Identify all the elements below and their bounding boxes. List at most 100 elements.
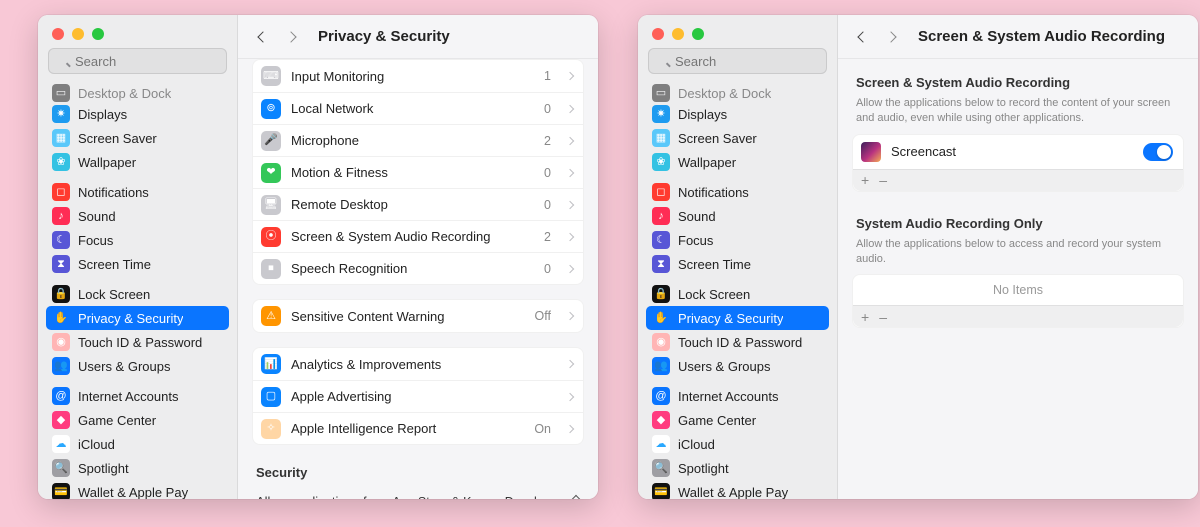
sidebar-item-spotlight[interactable]: 🔍 Spotlight: [46, 456, 229, 480]
minimize-button[interactable]: [672, 28, 684, 40]
privacy-row-apple-intelligence-report[interactable]: ✧Apple Intelligence ReportOn: [253, 412, 583, 444]
nav-forward-button[interactable]: [280, 26, 302, 48]
icloud-icon: ☁︎: [52, 435, 70, 453]
privacy-row-local-network[interactable]: ⊚Local Network0: [253, 92, 583, 124]
users-groups-icon: 👥: [652, 357, 670, 375]
sidebar-item-screen-time[interactable]: ⧗Screen Time: [46, 252, 229, 276]
sidebar-item-label: Focus: [78, 233, 113, 248]
sidebar-item-label: Privacy & Security: [678, 311, 783, 326]
privacy-row-screen-system-audio-recording[interactable]: ⦿Screen & System Audio Recording2: [253, 220, 583, 252]
row-label: Apple Intelligence Report: [291, 421, 524, 436]
toolbar: Screen & System Audio Recording: [838, 15, 1198, 59]
remote-desktop-icon: 🖥: [261, 195, 281, 215]
spotlight-icon: 🔍: [52, 459, 70, 477]
sidebar-item-touch-id-password[interactable]: ◉Touch ID & Password: [646, 330, 829, 354]
app-label: Screencast: [891, 144, 1133, 159]
section1-heading: Screen & System Audio Recording: [852, 69, 1184, 96]
privacy-row-speech-recognition[interactable]: ⏹Speech Recognition0: [253, 252, 583, 284]
add-button[interactable]: +: [861, 309, 869, 325]
sound-icon: ♪: [52, 207, 70, 225]
chevron-right-icon: [566, 104, 574, 112]
close-button[interactable]: [652, 28, 664, 40]
sidebar-item-wallet-apple-pay[interactable]: 💳Wallet & Apple Pay: [646, 480, 829, 499]
sidebar-item-label: Displays: [678, 107, 727, 122]
sidebar-item-internet-accounts[interactable]: @Internet Accounts: [646, 384, 829, 408]
sidebar-item-privacy-security[interactable]: ✋Privacy & Security: [646, 306, 829, 330]
sidebar-item-label: iCloud: [678, 437, 715, 452]
zoom-button[interactable]: [92, 28, 104, 40]
sidebar-item-internet-accounts[interactable]: @Internet Accounts: [46, 384, 229, 408]
sidebar-item-game-center[interactable]: ◆Game Center: [46, 408, 229, 432]
app-row-screencast[interactable]: Screencast: [853, 135, 1183, 169]
privacy-row-microphone[interactable]: 🎤Microphone2: [253, 124, 583, 156]
screencast-toggle[interactable]: [1143, 143, 1173, 161]
icloud-icon: ☁︎: [652, 435, 670, 453]
sidebar-item-screen-saver[interactable]: ▦Screen Saver: [646, 126, 829, 150]
apple-intelligence-report-icon: ✧: [261, 419, 281, 439]
close-button[interactable]: [52, 28, 64, 40]
desktop-dock-icon: ▭: [52, 84, 70, 102]
sidebar-item-displays[interactable]: ✷Displays: [646, 102, 829, 126]
sidebar-item-wallpaper[interactable]: ❀Wallpaper: [646, 150, 829, 174]
wallpaper-icon: ❀: [52, 153, 70, 171]
sidebar-item-icloud[interactable]: ☁︎ iCloud: [646, 432, 829, 456]
nav-back-button[interactable]: [852, 26, 874, 48]
section2-heading: System Audio Recording Only: [852, 210, 1184, 237]
touch-id-password-icon: ◉: [652, 333, 670, 351]
allow-applications-row[interactable]: Allow applications from App Store & Know…: [252, 486, 584, 499]
privacy-row-motion-fitness[interactable]: ❤Motion & Fitness0: [253, 156, 583, 188]
allow-applications-popup[interactable]: App Store & Known Developers: [392, 495, 580, 500]
sidebar-item-wallet-apple-pay[interactable]: 💳Wallet & Apple Pay: [46, 480, 229, 499]
sidebar-item-desktop-dock[interactable]: ▭Desktop & Dock: [646, 84, 829, 102]
sidebar-item-icloud[interactable]: ☁︎iCloud: [46, 432, 229, 456]
motion-fitness-icon: ❤: [261, 163, 281, 183]
local-network-icon: ⊚: [261, 99, 281, 119]
nav-back-button[interactable]: [252, 26, 274, 48]
remove-button[interactable]: –: [879, 309, 887, 325]
minimize-button[interactable]: [72, 28, 84, 40]
remove-button[interactable]: –: [879, 172, 887, 188]
spotlight-icon: 🔍: [652, 459, 670, 477]
sidebar-item-focus[interactable]: ☾Focus: [646, 228, 829, 252]
sidebar-item-focus[interactable]: ☾Focus: [46, 228, 229, 252]
sidebar-item-game-center[interactable]: ◆Game Center: [646, 408, 829, 432]
sidebar-item-label: Lock Screen: [78, 287, 150, 302]
sidebar-item-notifications[interactable]: ◻Notifications: [646, 180, 829, 204]
zoom-button[interactable]: [692, 28, 704, 40]
sidebar-item-screen-time[interactable]: ⧗Screen Time: [646, 252, 829, 276]
sidebar-item-label: Touch ID & Password: [78, 335, 202, 350]
search-input[interactable]: [48, 48, 227, 74]
sidebar-item-privacy-security[interactable]: ✋Privacy & Security: [46, 306, 229, 330]
sidebar-item-notifications[interactable]: ◻Notifications: [46, 180, 229, 204]
sidebar-item-desktop-dock[interactable]: ▭Desktop & Dock: [46, 84, 229, 102]
sidebar-item-spotlight[interactable]: 🔍Spotlight: [646, 456, 829, 480]
sidebar-item-lock-screen[interactable]: 🔒Lock Screen: [46, 282, 229, 306]
security-heading: Security: [252, 459, 584, 486]
row-label: Analytics & Improvements: [291, 357, 541, 372]
privacy-row-input-monitoring[interactable]: ⌨Input Monitoring1: [253, 60, 583, 92]
sidebar-item-lock-screen[interactable]: 🔒Lock Screen: [646, 282, 829, 306]
privacy-row-apple-advertising[interactable]: ▢Apple Advertising: [253, 380, 583, 412]
add-button[interactable]: +: [861, 172, 869, 188]
sidebar-item-users-groups[interactable]: 👥Users & Groups: [46, 354, 229, 378]
sidebar-item-users-groups[interactable]: 👥Users & Groups: [646, 354, 829, 378]
sidebar-item-wallpaper[interactable]: ❀Wallpaper: [46, 150, 229, 174]
chevron-right-icon: [566, 360, 574, 368]
sidebar-item-label: Spotlight: [78, 461, 129, 476]
sidebar-item-touch-id-password[interactable]: ◉Touch ID & Password: [46, 330, 229, 354]
list-footer-bar: + –: [853, 305, 1183, 327]
sidebar-item-screen-saver[interactable]: ▦Screen Saver: [46, 126, 229, 150]
privacy-row-remote-desktop[interactable]: 🖥Remote Desktop0: [253, 188, 583, 220]
privacy-row-sensitive-content-warning[interactable]: ⚠Sensitive Content WarningOff: [253, 300, 583, 332]
search-input[interactable]: [648, 48, 827, 74]
privacy-row-analytics-improvements[interactable]: 📊Analytics & Improvements: [253, 348, 583, 380]
audio-only-app-list: No Items + –: [852, 274, 1184, 328]
sidebar-item-sound[interactable]: ♪Sound: [646, 204, 829, 228]
sidebar-item-label: Wallet & Apple Pay: [678, 485, 788, 500]
sidebar-item-label: Wallet & Apple Pay: [78, 485, 188, 500]
sidebar-item-displays[interactable]: ✷Displays: [46, 102, 229, 126]
sidebar-item-sound[interactable]: ♪Sound: [46, 204, 229, 228]
sidebar-item-label: Focus: [678, 233, 713, 248]
displays-icon: ✷: [52, 105, 70, 123]
nav-forward-button[interactable]: [880, 26, 902, 48]
